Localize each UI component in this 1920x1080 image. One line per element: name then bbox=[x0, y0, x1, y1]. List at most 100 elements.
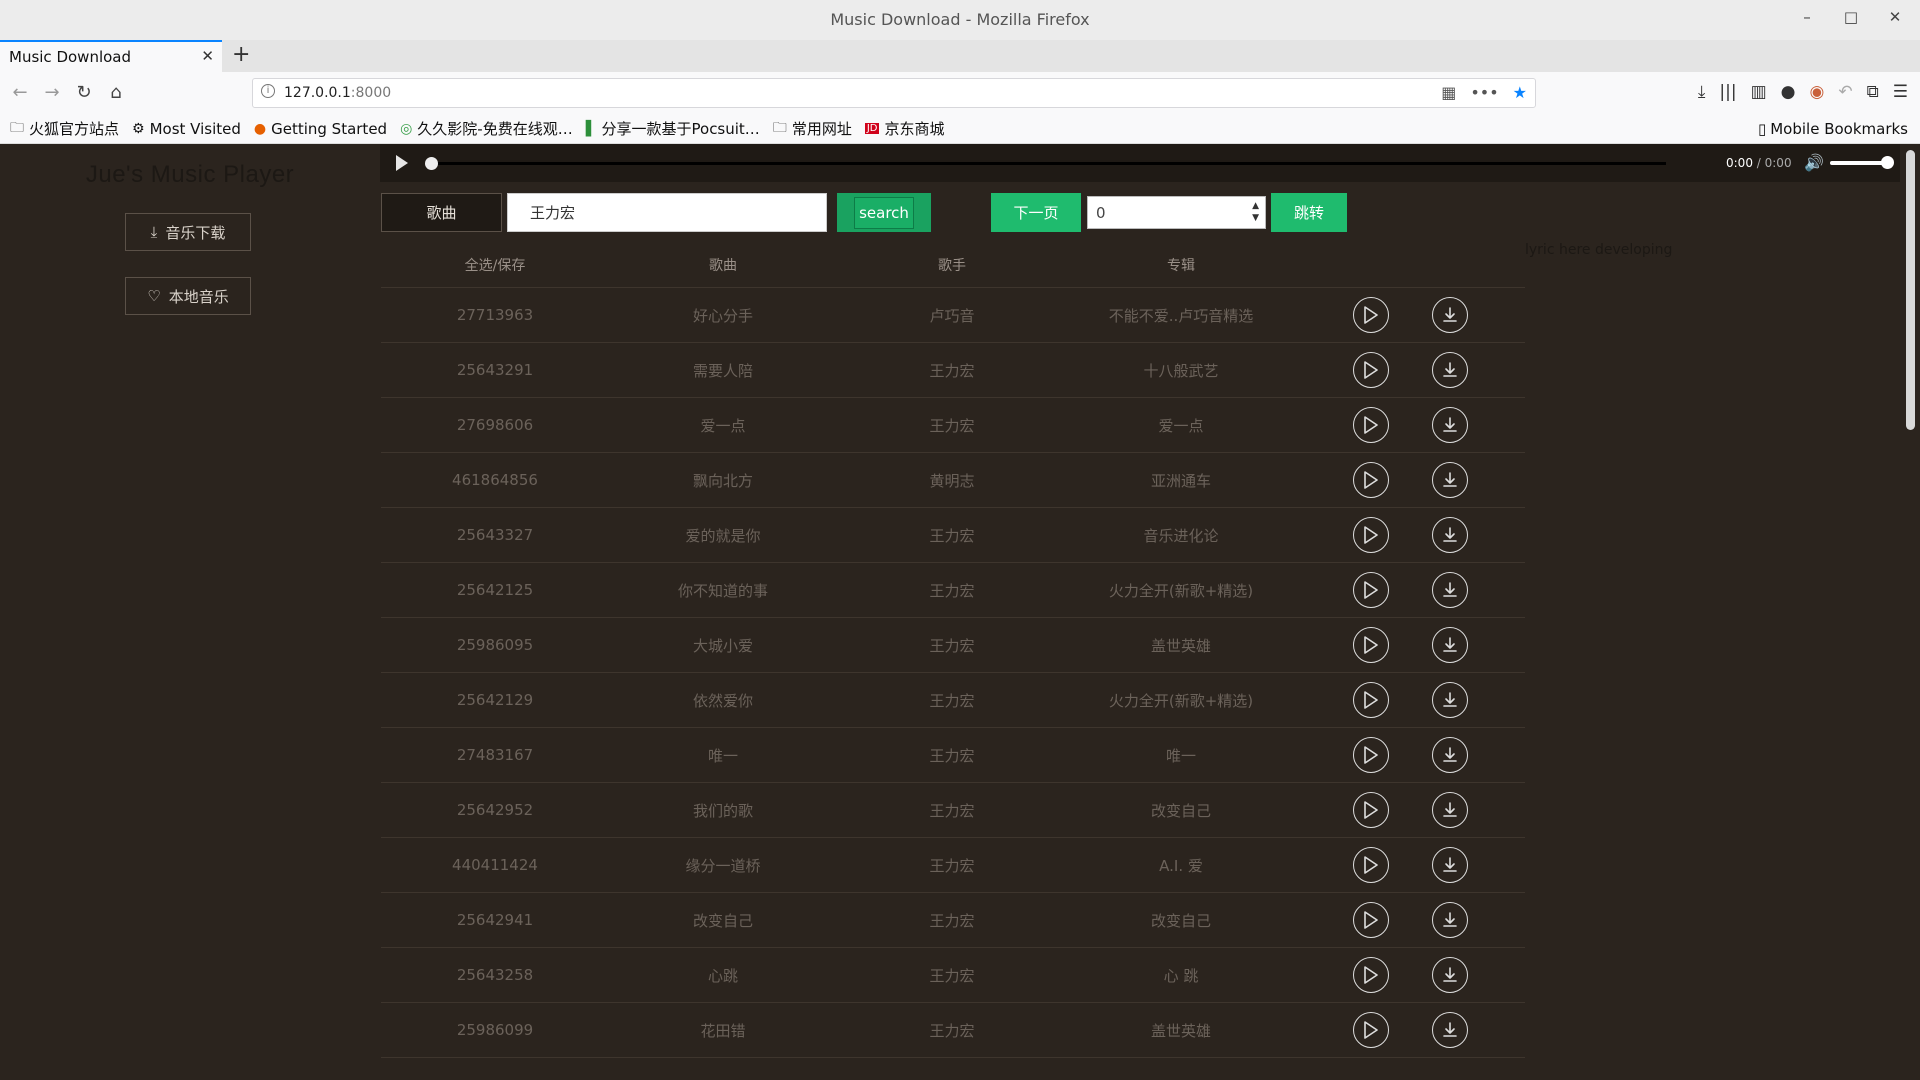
download-song-button[interactable] bbox=[1431, 792, 1468, 828]
next-page-button[interactable]: 下一页 bbox=[991, 193, 1081, 232]
search-button[interactable]: search bbox=[837, 193, 931, 232]
download-song-button[interactable] bbox=[1431, 462, 1468, 498]
back-icon[interactable]: ← bbox=[8, 80, 32, 104]
scrollbar-thumb[interactable] bbox=[1906, 150, 1915, 430]
menu-icon[interactable]: ☰ bbox=[1893, 82, 1908, 102]
tab-bar: Music Download ✕ + bbox=[0, 40, 1920, 72]
download-song-button[interactable] bbox=[1431, 352, 1468, 388]
page-actions-icon[interactable]: ••• bbox=[1470, 83, 1498, 102]
play-song-button[interactable] bbox=[1352, 902, 1389, 938]
bookmark-item[interactable]: ● Getting Started bbox=[254, 120, 387, 138]
bookmark-item[interactable]: ◎ 久久影院-免费在线观… bbox=[400, 118, 573, 139]
play-song-button[interactable] bbox=[1352, 462, 1389, 498]
song-id-cell: 461864856 bbox=[452, 471, 538, 489]
play-song-button[interactable] bbox=[1352, 737, 1389, 773]
page-scrollbar[interactable] bbox=[1902, 144, 1920, 1080]
play-icon bbox=[1363, 306, 1378, 324]
new-tab-icon[interactable]: + bbox=[232, 42, 250, 67]
download-song-button[interactable] bbox=[1431, 1012, 1468, 1048]
play-song-button[interactable] bbox=[1352, 352, 1389, 388]
download-song-button[interactable] bbox=[1431, 957, 1468, 993]
volume-slider[interactable] bbox=[1830, 156, 1894, 169]
download-song-button[interactable] bbox=[1431, 847, 1468, 883]
play-icon bbox=[1363, 801, 1378, 819]
play-song-button[interactable] bbox=[1352, 847, 1389, 883]
bookmark-item[interactable]: 🗀 常用网址 bbox=[773, 117, 852, 141]
bookmark-item[interactable]: ⚙ Most Visited bbox=[132, 120, 241, 138]
header-select-save[interactable]: 全选/保存 bbox=[381, 255, 609, 275]
extension-circle-icon[interactable]: ● bbox=[1781, 82, 1796, 102]
progress-bar[interactable] bbox=[425, 157, 1666, 170]
spinner-icon[interactable]: ▲ ▼ bbox=[1252, 200, 1259, 224]
bookmark-item[interactable]: ▌ 分享一款基于Pocsuit… bbox=[586, 118, 760, 139]
table-row: 461864856 飘向北方 黄明志 亚洲通车 bbox=[381, 453, 1525, 508]
window-title: Music Download - Mozilla Firefox bbox=[830, 10, 1090, 29]
mobile-bookmarks[interactable]: ▯ Mobile Bookmarks bbox=[1758, 120, 1908, 138]
album-cell: 不能不爱..卢巧音精选 bbox=[1108, 306, 1254, 325]
download-song-button[interactable] bbox=[1431, 572, 1468, 608]
play-song-button[interactable] bbox=[1352, 572, 1389, 608]
globe-icon: ◎ bbox=[400, 120, 413, 137]
bookmark-item[interactable]: 🗀 火狐官方站点 bbox=[10, 117, 119, 141]
play-song-button[interactable] bbox=[1352, 682, 1389, 718]
search-input[interactable]: 王力宏 bbox=[507, 193, 827, 232]
page-number-input[interactable]: 0 ▲ ▼ bbox=[1087, 196, 1266, 229]
mobile-icon: ▯ bbox=[1757, 120, 1767, 138]
bookmark-item[interactable]: JD 京东商城 bbox=[864, 118, 945, 139]
close-tab-icon[interactable]: ✕ bbox=[201, 47, 214, 65]
bookmark-star-icon[interactable]: ★ bbox=[1513, 83, 1527, 102]
download-song-button[interactable] bbox=[1431, 737, 1468, 773]
table-row: 25642125 你不知道的事 王力宏 火力全开(新歌+精选) bbox=[381, 563, 1525, 618]
play-icon bbox=[1363, 746, 1378, 764]
download-song-button[interactable] bbox=[1431, 517, 1468, 553]
undo-icon[interactable]: ↶ bbox=[1838, 82, 1852, 102]
play-song-button[interactable] bbox=[1352, 957, 1389, 993]
download-song-button[interactable] bbox=[1431, 627, 1468, 663]
sidebar-toggle-icon[interactable]: ▥ bbox=[1751, 82, 1767, 102]
album-cell: 火力全开(新歌+精选) bbox=[1108, 691, 1254, 710]
reload-icon[interactable]: ↻ bbox=[72, 80, 96, 104]
song-id-cell: 25643291 bbox=[456, 361, 534, 379]
play-song-button[interactable] bbox=[1352, 297, 1389, 333]
play-song-button[interactable] bbox=[1352, 407, 1389, 443]
navigation-bar: ← → ↻ ⌂ i 127.0.0.1:8000 ▦ ••• ★ ⤓ ||| ▥… bbox=[0, 72, 1920, 114]
local-music-button[interactable]: ♡ 本地音乐 bbox=[125, 277, 251, 315]
play-song-button[interactable] bbox=[1352, 792, 1389, 828]
close-window-icon[interactable]: ✕ bbox=[1886, 8, 1904, 26]
volume-knob[interactable] bbox=[1881, 156, 1894, 169]
home-icon[interactable]: ⌂ bbox=[104, 80, 128, 104]
url-bar[interactable]: i 127.0.0.1:8000 ▦ ••• ★ bbox=[252, 78, 1536, 108]
download-song-button[interactable] bbox=[1431, 682, 1468, 718]
play-song-button[interactable] bbox=[1352, 517, 1389, 553]
download-song-button[interactable] bbox=[1431, 407, 1468, 443]
music-download-button[interactable]: ⤓ 音乐下载 bbox=[125, 213, 251, 251]
download-icon bbox=[1442, 307, 1457, 322]
volume-icon[interactable]: 🔊 bbox=[1804, 153, 1824, 172]
play-icon bbox=[1363, 856, 1378, 874]
table-row: 27698606 爱一点 王力宏 爱一点 bbox=[381, 398, 1525, 453]
progress-knob[interactable] bbox=[425, 157, 438, 170]
extension-puzzle-icon[interactable]: ⧉ bbox=[1867, 82, 1879, 102]
singer-cell: 卢巧音 bbox=[929, 306, 975, 325]
download-icon bbox=[1442, 802, 1457, 817]
album-cell: 火力全开(新歌+精选) bbox=[1108, 581, 1254, 600]
qr-code-icon[interactable]: ▦ bbox=[1441, 83, 1456, 102]
maximize-icon[interactable]: □ bbox=[1842, 8, 1860, 26]
download-song-button[interactable] bbox=[1431, 902, 1468, 938]
play-song-button[interactable] bbox=[1352, 1012, 1389, 1048]
downloads-icon[interactable]: ⤓ bbox=[1698, 82, 1706, 102]
row-actions bbox=[1295, 737, 1525, 773]
forward-icon[interactable]: → bbox=[40, 80, 64, 104]
site-info-icon[interactable]: i bbox=[261, 84, 275, 98]
extension-avatar-icon[interactable]: ◉ bbox=[1810, 82, 1825, 102]
library-icon[interactable]: ||| bbox=[1719, 82, 1736, 102]
minimize-icon[interactable]: – bbox=[1798, 8, 1816, 26]
play-icon bbox=[1363, 691, 1378, 709]
search-type-button[interactable]: 歌曲 bbox=[381, 193, 502, 232]
player-play-icon[interactable] bbox=[396, 155, 408, 171]
song-id-cell: 25642129 bbox=[456, 691, 534, 709]
tab-music-download[interactable]: Music Download ✕ bbox=[0, 40, 222, 72]
download-song-button[interactable] bbox=[1431, 297, 1468, 333]
play-song-button[interactable] bbox=[1352, 627, 1389, 663]
jump-button[interactable]: 跳转 bbox=[1271, 193, 1347, 232]
